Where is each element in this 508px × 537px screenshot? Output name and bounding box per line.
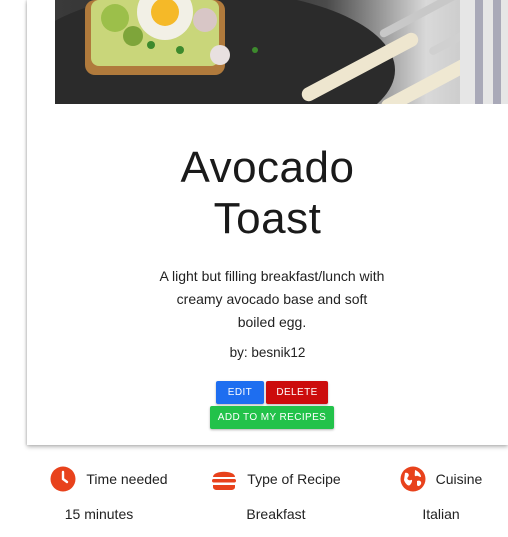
stat-type-label: Type of Recipe	[247, 471, 341, 487]
stat-time-label: Time needed	[86, 471, 168, 487]
add-to-my-recipes-button[interactable]: ADD TO MY RECIPES	[210, 406, 334, 429]
recipe-title-line2: Toast	[213, 194, 322, 243]
globe-icon	[400, 466, 426, 492]
delete-button[interactable]: DELETE	[266, 381, 328, 404]
stat-type: Type of Recipe Breakfast	[210, 466, 342, 522]
stat-time: Time needed 15 minutes	[46, 466, 172, 522]
avocado-toast-photo	[55, 0, 508, 104]
stat-cuisine: Cuisine Italian	[396, 466, 486, 522]
recipe-image	[55, 0, 508, 104]
clock-icon	[50, 466, 76, 492]
recipe-description: A light but filling breakfast/lunch with…	[159, 268, 385, 330]
stat-cuisine-label: Cuisine	[435, 471, 483, 487]
recipe-card: Avocado Toast A light but filling breakf…	[27, 0, 508, 445]
recipe-title: Avocado Toast	[27, 142, 508, 244]
stat-type-value: Breakfast	[246, 506, 306, 522]
edit-button[interactable]: EDIT	[216, 381, 264, 404]
stat-time-value: 15 minutes	[64, 506, 134, 522]
stat-cuisine-value: Italian	[422, 506, 460, 522]
burger-icon	[211, 466, 237, 492]
recipe-author: by: besnik12	[229, 345, 306, 360]
recipe-title-line1: Avocado	[180, 143, 355, 192]
